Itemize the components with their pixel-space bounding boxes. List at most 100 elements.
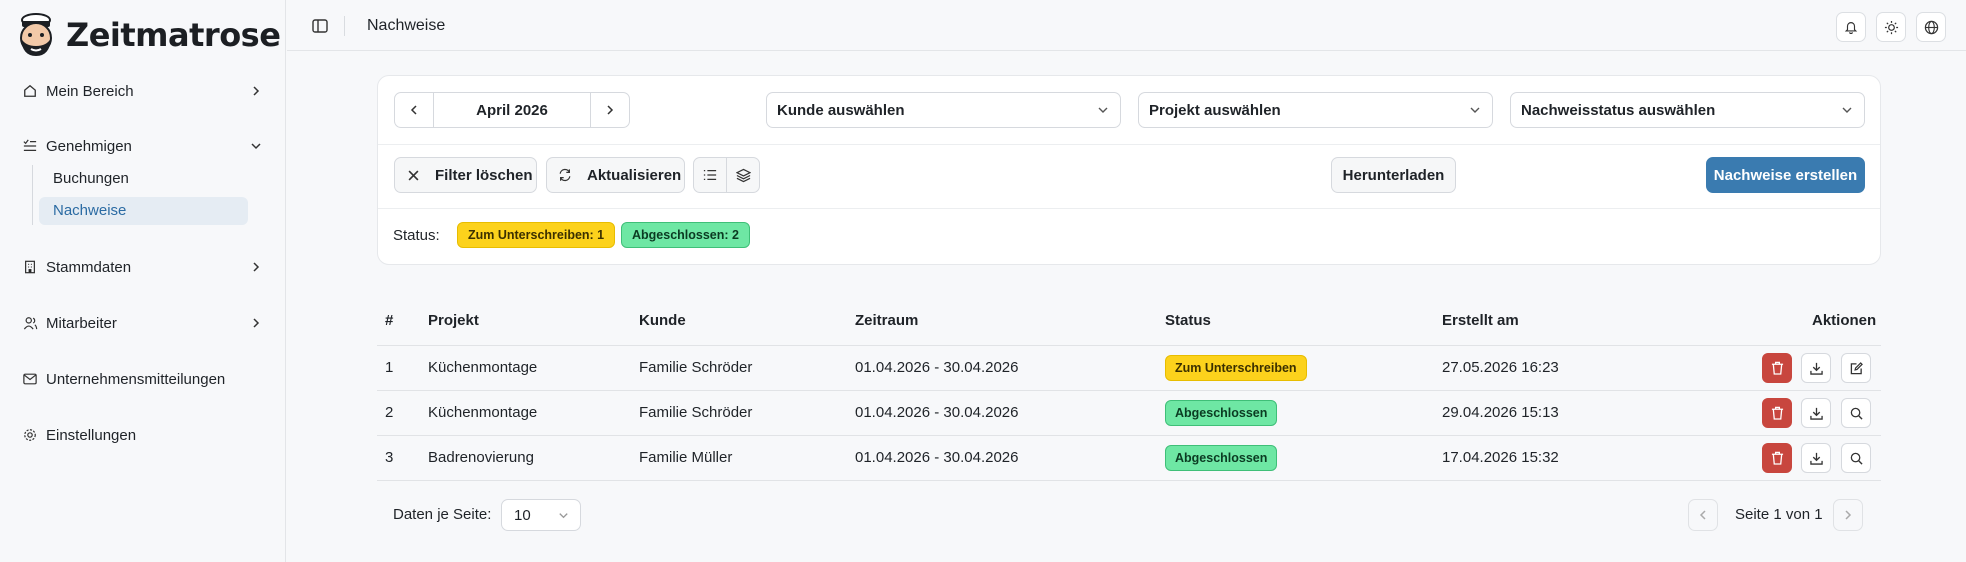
download-row-button[interactable] <box>1801 443 1831 473</box>
edit-icon <box>1850 361 1863 374</box>
edit-button[interactable] <box>1841 353 1871 383</box>
refresh-button[interactable]: Aktualisieren <box>546 157 685 193</box>
search-icon <box>1850 407 1863 420</box>
grouped-view-button[interactable] <box>726 157 760 193</box>
row-customer: Familie Müller <box>639 449 733 466</box>
per-page-select[interactable]: 10 <box>501 499 581 531</box>
project-select-value: Projekt auswählen <box>1149 101 1281 119</box>
next-month-button[interactable] <box>591 93 629 127</box>
card-divider <box>378 144 1880 145</box>
view-button[interactable] <box>1841 443 1871 473</box>
language-button[interactable] <box>1916 12 1946 42</box>
column-header-status: Status <box>1165 312 1211 329</box>
status-select-value: Nachweisstatus auswählen <box>1521 101 1716 119</box>
row-created: 27.05.2026 16:23 <box>1442 359 1559 376</box>
column-header-project: Projekt <box>428 312 479 329</box>
customer-select[interactable]: Kunde auswählen <box>766 92 1121 128</box>
clear-filter-button[interactable]: Filter löschen <box>394 157 537 193</box>
theme-toggle-button[interactable] <box>1876 12 1906 42</box>
download-label: Herunterladen <box>1342 166 1445 184</box>
app-logo[interactable]: Zeitmatrose <box>14 12 281 58</box>
previous-page-button[interactable] <box>1688 499 1718 531</box>
list-icon <box>703 170 717 180</box>
chevron-right-icon <box>607 105 614 115</box>
status-badge: Abgeschlossen <box>1165 400 1278 426</box>
per-page-value: 10 <box>514 506 531 524</box>
sidebar-item-label: Stammdaten <box>46 258 132 276</box>
row-number: 1 <box>385 359 394 376</box>
row-divider <box>377 480 1881 481</box>
mail-icon <box>22 371 38 387</box>
sidebar-item-genehmigen[interactable]: Genehmigen <box>22 133 264 159</box>
layers-icon <box>735 168 751 182</box>
create-proofs-label: Nachweise erstellen <box>1713 166 1858 184</box>
row-number: 2 <box>385 404 394 421</box>
status-count-done: Abgeschlossen: 2 <box>621 222 750 248</box>
project-select[interactable]: Projekt auswählen <box>1138 92 1493 128</box>
sidebar-item-unternehmensmitteilungen[interactable]: Unternehmensmitteilungen <box>22 366 264 392</box>
previous-month-button[interactable] <box>395 93 433 127</box>
sidebar-item-buchungen[interactable]: Buchungen <box>39 165 248 193</box>
row-customer: Familie Schröder <box>639 404 753 421</box>
chevron-down-icon <box>1842 107 1852 113</box>
status-badge: Zum Unterschreiben <box>1165 355 1307 381</box>
delete-button[interactable] <box>1762 398 1792 428</box>
chevron-right-icon <box>1845 510 1852 520</box>
notifications-button[interactable] <box>1836 12 1866 42</box>
chevron-down-icon <box>1470 107 1480 113</box>
row-created: 29.04.2026 15:13 <box>1442 404 1559 421</box>
status-badge: Abgeschlossen <box>1165 445 1278 471</box>
sidebar-item-mein-bereich[interactable]: Mein Bereich <box>22 78 264 104</box>
sidebar-item-label: Einstellungen <box>46 426 137 444</box>
page-title: Nachweise <box>367 17 446 34</box>
download-icon <box>1809 407 1823 420</box>
chevron-down-icon <box>1098 107 1108 113</box>
column-header-period: Zeitraum <box>855 312 919 329</box>
row-created: 17.04.2026 15:32 <box>1442 449 1559 466</box>
close-icon <box>405 167 421 183</box>
refresh-label: Aktualisieren <box>587 166 682 184</box>
chevron-right-icon <box>248 83 264 99</box>
download-row-button[interactable] <box>1801 398 1831 428</box>
chevron-down-icon <box>248 138 264 154</box>
download-button[interactable]: Herunterladen <box>1331 157 1456 193</box>
view-button[interactable] <box>1841 398 1871 428</box>
bell-icon <box>1844 22 1858 34</box>
sidebar-item-label: Mitarbeiter <box>46 314 117 332</box>
chevron-left-icon <box>1699 510 1706 520</box>
status-select[interactable]: Nachweisstatus auswählen <box>1510 92 1865 128</box>
create-proofs-button[interactable]: Nachweise erstellen <box>1706 157 1865 193</box>
chevron-down-icon <box>559 513 568 519</box>
list-view-button[interactable] <box>693 157 727 193</box>
users-icon <box>22 315 38 331</box>
download-icon <box>1809 452 1823 465</box>
column-header-actions: Aktionen <box>1812 312 1877 329</box>
building-icon <box>22 259 38 275</box>
app-name: Zeitmatrose <box>66 16 281 54</box>
trash-icon <box>1771 361 1783 375</box>
sidebar-item-nachweise[interactable]: Nachweise <box>39 197 248 225</box>
top-bar: Nachweise <box>287 0 1966 51</box>
list-check-icon <box>22 138 38 154</box>
sailor-logo-icon <box>20 13 52 56</box>
sidebar-item-label: Unternehmensmitteilungen <box>46 370 226 388</box>
download-row-button[interactable] <box>1801 353 1831 383</box>
status-count-pending: Zum Unterschreiben: 1 <box>457 222 616 248</box>
current-month[interactable]: April 2026 <box>433 93 591 127</box>
sidebar-item-mitarbeiter[interactable]: Mitarbeiter <box>22 310 264 336</box>
sidebar-subnav-genehmigen: Buchungen Nachweise <box>32 165 248 225</box>
sidebar-item-einstellungen[interactable]: Einstellungen <box>22 422 264 448</box>
clear-filter-label: Filter löschen <box>435 166 533 184</box>
row-period: 01.04.2026 - 30.04.2026 <box>855 449 1019 466</box>
sidebar-item-stammdaten[interactable]: Stammdaten <box>22 254 264 280</box>
delete-button[interactable] <box>1762 443 1792 473</box>
sidebar-toggle-icon[interactable] <box>311 17 329 35</box>
customer-select-value: Kunde auswählen <box>777 101 905 119</box>
next-page-button[interactable] <box>1833 499 1863 531</box>
row-customer: Familie Schröder <box>639 359 753 376</box>
card-divider <box>378 208 1880 209</box>
trash-icon <box>1771 406 1783 420</box>
globe-icon <box>1924 20 1938 34</box>
column-header-created: Erstellt am <box>1442 312 1519 329</box>
delete-button[interactable] <box>1762 353 1792 383</box>
